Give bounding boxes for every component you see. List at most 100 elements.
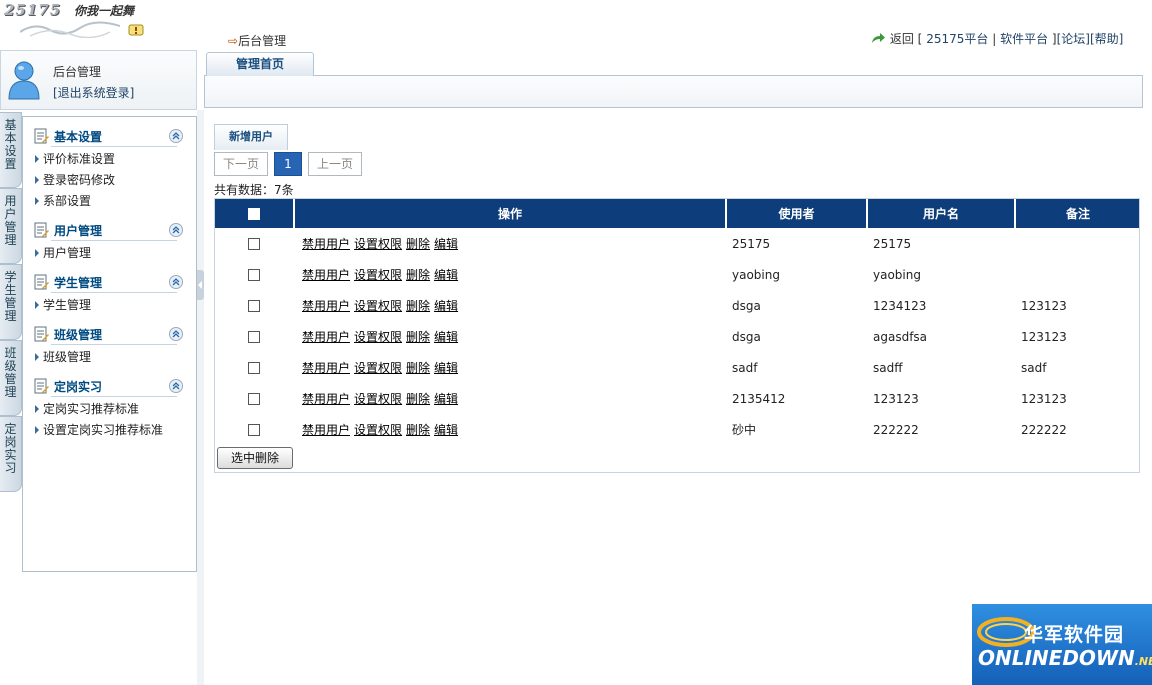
delete-link[interactable]: 删除 <box>406 330 430 344</box>
row-checkbox[interactable] <box>248 300 260 312</box>
row-select-cell <box>214 228 294 259</box>
left-gutter <box>197 110 204 685</box>
set-permission-link[interactable]: 设置权限 <box>354 330 402 344</box>
set-permission-link[interactable]: 设置权限 <box>354 392 402 406</box>
set-permission-link[interactable]: 设置权限 <box>354 423 402 437</box>
collapse-up-icon[interactable] <box>169 379 183 393</box>
vtab-user-management[interactable]: 用户管理 <box>0 188 22 264</box>
cell-user: 2135412 <box>732 391 786 406</box>
select-all-header <box>214 198 295 228</box>
vtab-class-management[interactable]: 班级管理 <box>0 340 22 416</box>
edit-link[interactable]: 编辑 <box>434 237 458 251</box>
cell-user: sadf <box>732 360 758 375</box>
triangle-left-icon <box>198 281 202 289</box>
vtab-basic-settings[interactable]: 基本设置 <box>0 112 22 188</box>
edit-link[interactable]: 编辑 <box>434 268 458 282</box>
software-platform-link[interactable]: 软件平台 <box>1000 32 1048 46</box>
vtab-internship[interactable]: 定岗实习 <box>0 416 22 492</box>
cell-username: yaobing <box>873 267 921 282</box>
collapse-up-icon[interactable] <box>169 223 183 237</box>
disable-user-link[interactable]: 禁用用户 <box>302 268 350 282</box>
disable-user-link[interactable]: 禁用用户 <box>302 299 350 313</box>
row-checkbox[interactable] <box>248 331 260 343</box>
row-ops: 禁用用户 设置权限 删除 编辑 <box>294 290 726 321</box>
row-checkbox[interactable] <box>248 393 260 405</box>
delete-link[interactable]: 删除 <box>406 268 430 282</box>
return-link[interactable]: 返回 <box>890 32 914 46</box>
menu-group-basic-settings[interactable]: 基本设置 <box>33 126 183 147</box>
edit-link[interactable]: 编辑 <box>434 299 458 313</box>
help-link[interactable]: [帮助] <box>1090 32 1123 46</box>
header-user: 使用者 <box>726 198 868 228</box>
sidebar-toggle-handle[interactable] <box>197 270 204 300</box>
document-icon <box>34 378 49 394</box>
row-checkbox[interactable] <box>248 424 260 436</box>
select-all-checkbox[interactable] <box>247 207 260 220</box>
logout-link[interactable]: [退出系统登录] <box>53 84 134 101</box>
platform-25175-link[interactable]: 25175平台 <box>926 32 988 46</box>
divider <box>51 146 177 147</box>
logo-text: 25175 <box>4 1 62 19</box>
return-arrow-icon[interactable] <box>870 32 886 44</box>
row-checkbox[interactable] <box>248 238 260 250</box>
delete-link[interactable]: 删除 <box>406 392 430 406</box>
table-row: 禁用用户 设置权限 删除 编辑 砂中 222222 222222 <box>214 414 1140 445</box>
menu-item-label: 班级管理 <box>43 350 92 364</box>
sidebar-menu: 基本设置 评价标准设置 登录密码修改 系部设置 用户管理 用户管理 学生管理 学… <box>22 116 197 572</box>
disable-user-link[interactable]: 禁用用户 <box>302 423 350 437</box>
menu-group-user-management[interactable]: 用户管理 <box>33 220 183 241</box>
row-ops: 禁用用户 设置权限 删除 编辑 <box>294 259 726 290</box>
user-name: 后台管理 <box>53 65 102 79</box>
menu-item-change-password[interactable]: 登录密码修改 <box>35 171 115 188</box>
disable-user-link[interactable]: 禁用用户 <box>302 392 350 406</box>
edit-link[interactable]: 编辑 <box>434 330 458 344</box>
vtab-label: 班级管理 <box>4 346 17 399</box>
menu-item-evaluation-standard[interactable]: 评价标准设置 <box>35 150 115 167</box>
delete-link[interactable]: 删除 <box>406 237 430 251</box>
edit-link[interactable]: 编辑 <box>434 423 458 437</box>
divider <box>51 240 177 241</box>
collapse-up-icon[interactable] <box>169 327 183 341</box>
add-user-tab[interactable]: 新增用户 <box>214 124 288 150</box>
set-permission-link[interactable]: 设置权限 <box>354 268 402 282</box>
edit-link[interactable]: 编辑 <box>434 392 458 406</box>
delete-link[interactable]: 删除 <box>406 299 430 313</box>
edit-link[interactable]: 编辑 <box>434 361 458 375</box>
menu-group-student-management[interactable]: 学生管理 <box>33 272 183 293</box>
disable-user-link[interactable]: 禁用用户 <box>302 330 350 344</box>
menu-group-internship[interactable]: 定岗实习 <box>33 376 183 397</box>
cell-note: 123123 <box>1021 298 1067 313</box>
table-row: 禁用用户 设置权限 删除 编辑 2135412 123123 123123 <box>214 383 1140 414</box>
cell-username: sadff <box>873 360 903 375</box>
collapse-up-icon[interactable] <box>169 129 183 143</box>
row-checkbox[interactable] <box>248 269 260 281</box>
menu-item-department-settings[interactable]: 系部设置 <box>35 192 91 209</box>
delete-link[interactable]: 删除 <box>406 361 430 375</box>
disable-user-link[interactable]: 禁用用户 <box>302 237 350 251</box>
watermark-cn: 华军软件园 <box>1024 624 1125 646</box>
tab-admin-home[interactable]: 管理首页 <box>206 52 314 76</box>
menu-item-class-management[interactable]: 班级管理 <box>35 348 91 365</box>
forum-link[interactable]: [论坛] <box>1057 32 1090 46</box>
menu-group-class-management[interactable]: 班级管理 <box>33 324 183 345</box>
delete-link[interactable]: 删除 <box>406 423 430 437</box>
collapse-up-icon[interactable] <box>169 275 183 289</box>
menu-item-internship-standard[interactable]: 定岗实习推荐标准 <box>35 400 139 417</box>
cell-note: sadf <box>1021 360 1047 375</box>
next-page-button[interactable]: 下一页 <box>214 152 268 176</box>
vtab-student-management[interactable]: 学生管理 <box>0 264 22 340</box>
disable-user-link[interactable]: 禁用用户 <box>302 361 350 375</box>
set-permission-link[interactable]: 设置权限 <box>354 299 402 313</box>
table-row: 禁用用户 设置权限 删除 编辑 yaobing yaobing <box>214 259 1140 290</box>
site-logo: 25175 你我一起舞 <box>0 0 150 40</box>
cell-note: 123123 <box>1021 329 1067 344</box>
page-number-current[interactable]: 1 <box>274 152 302 176</box>
menu-item-user-management[interactable]: 用户管理 <box>35 244 91 261</box>
set-permission-link[interactable]: 设置权限 <box>354 361 402 375</box>
prev-page-button[interactable]: 上一页 <box>308 152 362 176</box>
menu-item-student-management[interactable]: 学生管理 <box>35 296 91 313</box>
menu-item-set-internship-standard[interactable]: 设置定岗实习推荐标准 <box>35 421 163 438</box>
delete-selected-button[interactable]: 选中删除 <box>217 447 293 469</box>
row-checkbox[interactable] <box>248 362 260 374</box>
set-permission-link[interactable]: 设置权限 <box>354 237 402 251</box>
